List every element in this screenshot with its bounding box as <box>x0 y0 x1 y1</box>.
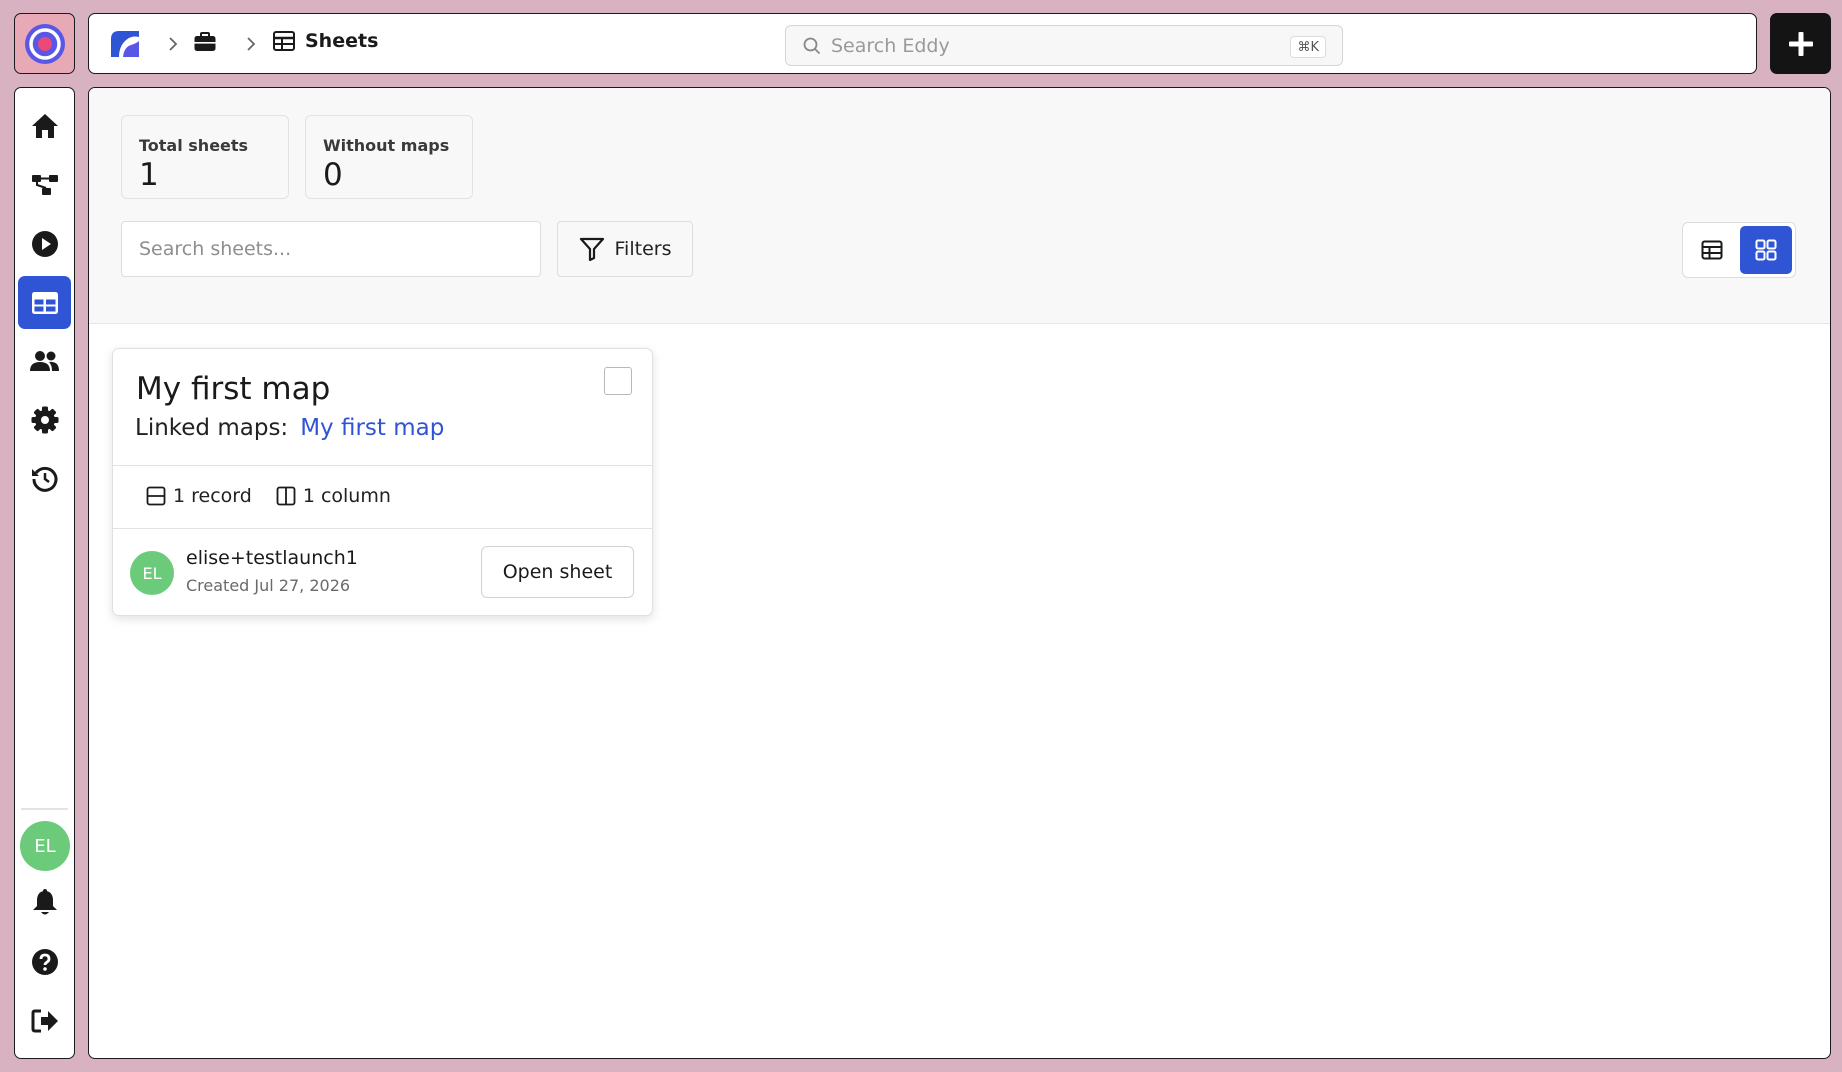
sidebar-item-team[interactable] <box>18 334 71 387</box>
sidebar-item-sheets[interactable] <box>18 276 71 329</box>
breadcrumb-current: Sheets <box>305 30 379 52</box>
record-icon <box>146 486 166 506</box>
stat-value: 1 <box>139 157 159 193</box>
column-count-label: 1 column <box>302 485 391 507</box>
help-button[interactable] <box>18 935 71 988</box>
shortcut-badge: ⌘K <box>1290 36 1326 58</box>
card-divider <box>113 528 652 529</box>
open-sheet-button[interactable]: Open sheet <box>481 546 634 598</box>
table-icon <box>273 31 295 51</box>
created-date: Created Jul 27, 2026 <box>186 576 351 595</box>
filters-label: Filters <box>614 238 672 260</box>
sheet-card[interactable]: My first map Linked maps: My first map 1… <box>112 348 653 616</box>
view-toggle <box>1682 222 1796 278</box>
briefcase-icon <box>194 32 216 51</box>
sheet-title: My first map <box>136 371 331 407</box>
owner-name: elise+testlaunch1 <box>186 547 358 569</box>
gear-icon <box>31 406 58 433</box>
global-search-input[interactable] <box>831 34 1271 57</box>
logo-icon <box>24 23 65 64</box>
filter-icon <box>579 237 604 261</box>
breadcrumb-home[interactable] <box>109 29 141 59</box>
sheet-search[interactable] <box>121 221 541 277</box>
notifications-button[interactable] <box>18 876 71 929</box>
table-view-button[interactable] <box>1686 226 1738 274</box>
bell-icon <box>32 888 57 914</box>
home-icon <box>31 113 58 138</box>
sheet-search-input[interactable] <box>139 238 540 260</box>
linked-map-link[interactable]: My first map <box>300 415 444 441</box>
brand-mark-icon <box>111 31 139 57</box>
top-bar: Sheets ⌘K <box>88 13 1757 74</box>
sheet-meta: 1 record 1 column <box>146 485 391 507</box>
main-content: Total sheets 1 Without maps 0 Filters <box>88 87 1831 1059</box>
sheet-select-checkbox[interactable] <box>604 367 632 395</box>
grid-view-button[interactable] <box>1740 226 1792 274</box>
column-icon <box>276 486 296 506</box>
grid-view-icon <box>1755 239 1777 261</box>
stat-label: Total sheets <box>139 136 249 155</box>
logout-icon <box>31 1009 58 1032</box>
search-icon <box>803 37 821 54</box>
sidebar-item-home[interactable] <box>18 99 71 152</box>
chevron-right-icon <box>247 37 256 51</box>
user-avatar[interactable]: EL <box>20 821 70 871</box>
sidebar-item-history[interactable] <box>18 452 71 505</box>
filters-button[interactable]: Filters <box>557 221 693 277</box>
owner-avatar: EL <box>130 551 174 595</box>
record-count: 1 record <box>146 485 252 507</box>
global-search[interactable]: ⌘K <box>785 25 1343 66</box>
linked-maps: Linked maps: My first map <box>135 415 444 441</box>
play-icon <box>31 230 58 257</box>
stat-value: 0 <box>323 157 343 193</box>
sidebar-item-workflows[interactable] <box>18 158 71 211</box>
sidebar-item-runs[interactable] <box>18 217 71 270</box>
stat-total-sheets: Total sheets 1 <box>121 115 289 199</box>
column-count: 1 column <box>276 485 391 507</box>
logout-button[interactable] <box>18 994 71 1047</box>
stat-without-maps: Without maps 0 <box>305 115 473 199</box>
workflow-icon <box>31 174 58 195</box>
table-view-icon <box>1701 240 1723 260</box>
sidebar: EL <box>14 87 75 1059</box>
sidebar-divider <box>21 808 68 810</box>
history-icon <box>31 466 57 492</box>
sidebar-item-settings[interactable] <box>18 393 71 446</box>
breadcrumb-workspace[interactable] <box>193 30 217 58</box>
help-icon <box>31 948 58 975</box>
stat-label: Without maps <box>323 136 450 155</box>
sheets-toolbar: Total sheets 1 Without maps 0 Filters <box>89 88 1830 324</box>
users-icon <box>29 350 59 371</box>
table-icon <box>31 291 58 314</box>
card-divider <box>113 465 652 466</box>
record-count-label: 1 record <box>173 485 252 507</box>
plus-icon <box>1788 31 1813 56</box>
add-button[interactable] <box>1770 13 1831 74</box>
breadcrumb-sheets[interactable]: Sheets <box>273 30 378 52</box>
app-root: Sheets ⌘K <box>0 0 1842 1072</box>
chevron-right-icon <box>169 37 178 51</box>
linked-maps-label: Linked maps: <box>135 415 289 441</box>
app-logo[interactable] <box>14 13 75 74</box>
